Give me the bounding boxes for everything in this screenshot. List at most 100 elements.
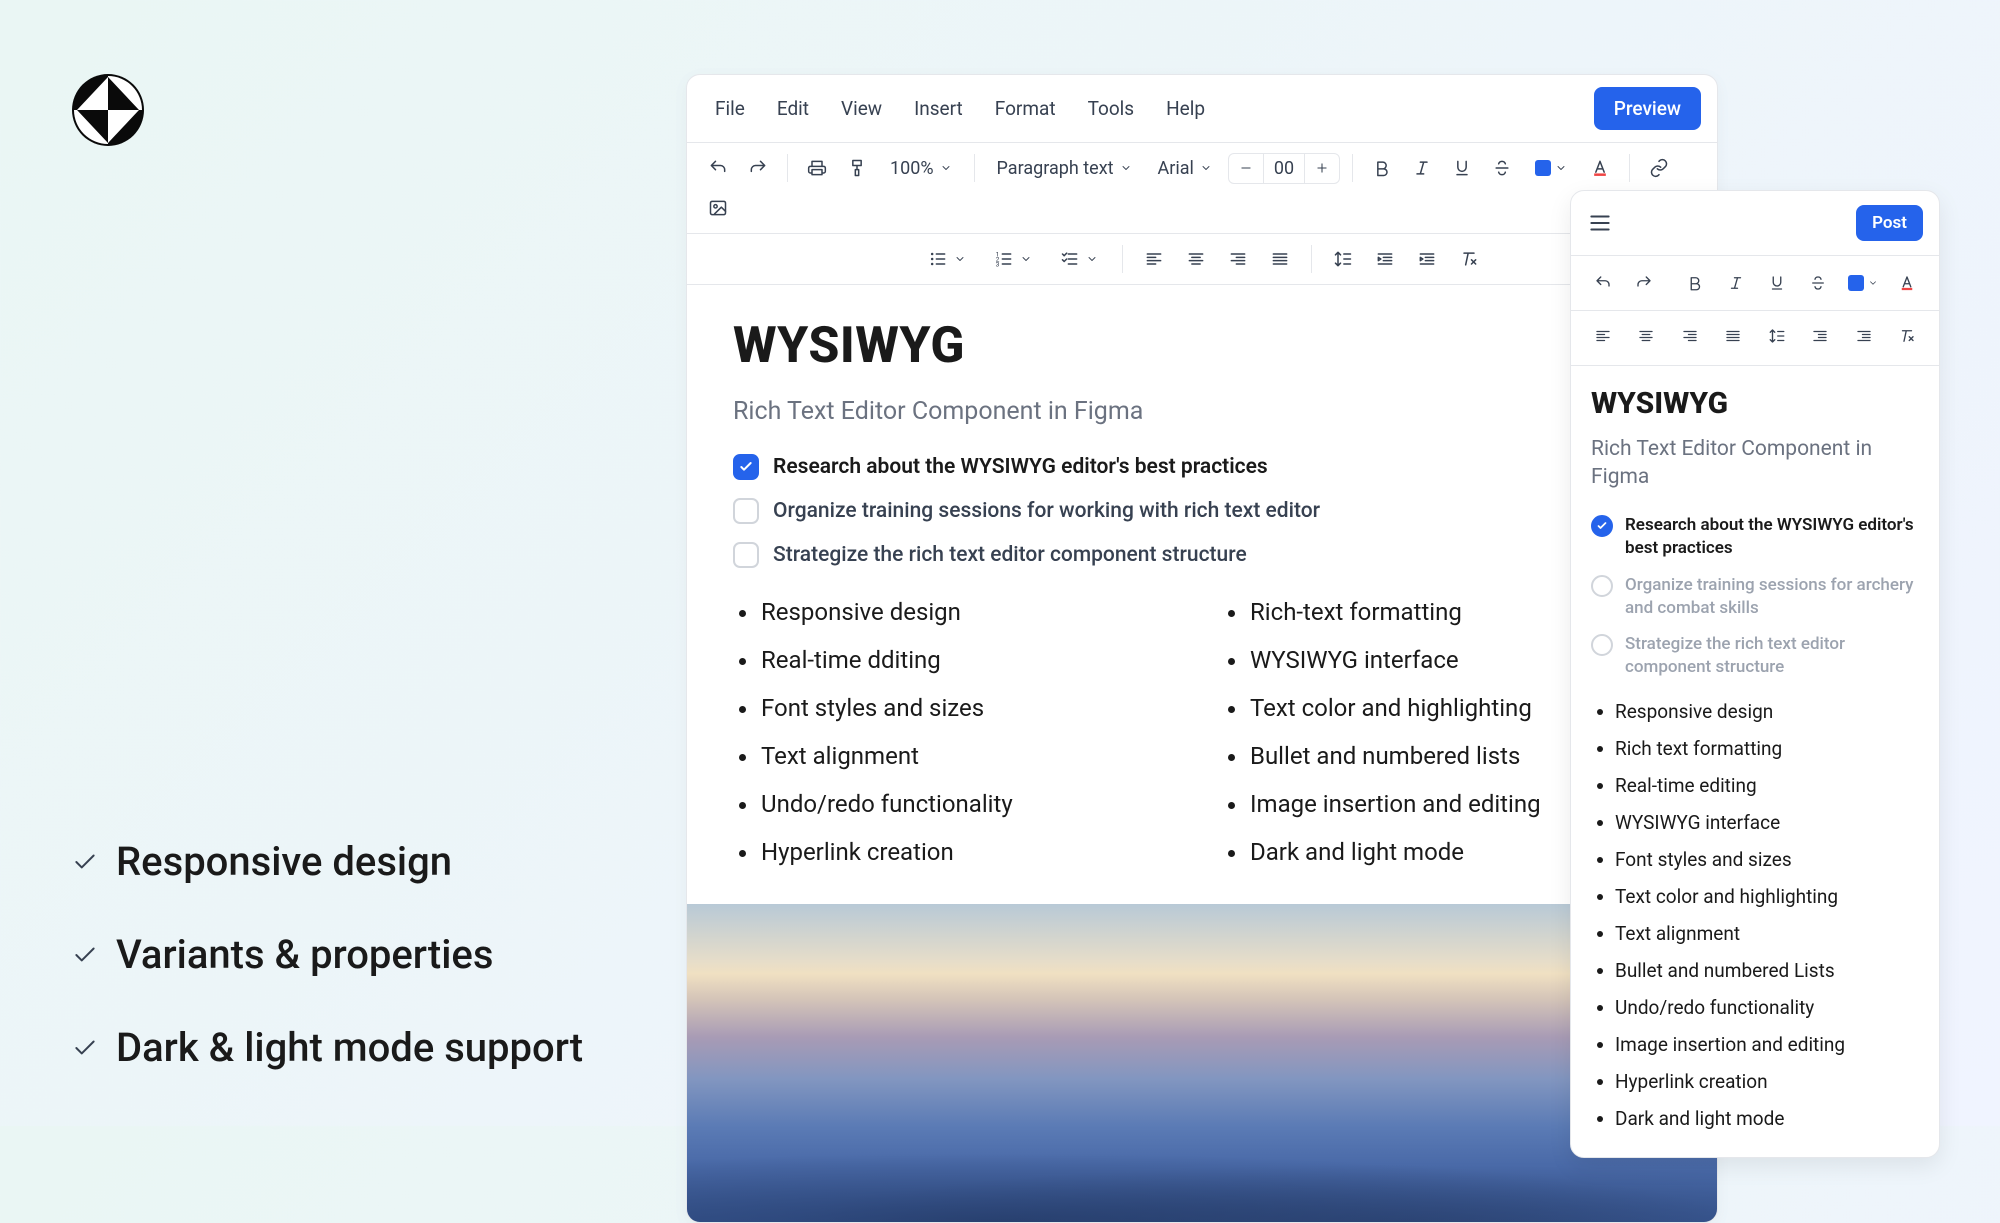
text-color-button[interactable] xyxy=(1892,266,1923,300)
zoom-select[interactable]: 100% xyxy=(880,154,962,183)
task-label: Strategize the rich text editor componen… xyxy=(1625,633,1919,679)
menu-insert[interactable]: Insert xyxy=(902,91,975,126)
clear-formatting-button[interactable] xyxy=(1892,319,1924,353)
align-center-button[interactable] xyxy=(1631,319,1663,353)
italic-button[interactable] xyxy=(1720,266,1751,300)
task-item[interactable]: Strategize the rich text editor componen… xyxy=(733,542,1671,568)
preview-button[interactable]: Preview xyxy=(1594,87,1701,130)
menu-help[interactable]: Help xyxy=(1154,91,1217,126)
undo-button[interactable] xyxy=(701,151,735,185)
menu-tools[interactable]: Tools xyxy=(1076,91,1147,126)
list-item[interactable]: Real-time dditing xyxy=(733,636,1182,684)
indent-decrease-button[interactable] xyxy=(1368,242,1402,276)
mobile-document-body[interactable]: WYSIWYG Rich Text Editor Component in Fi… xyxy=(1571,366,1939,1137)
highlight-color-select[interactable] xyxy=(1844,273,1882,293)
menu-format[interactable]: Format xyxy=(983,91,1068,126)
list-item[interactable]: Text alignment xyxy=(733,732,1182,780)
list-item[interactable]: Undo/redo functionality xyxy=(733,780,1182,828)
list-item[interactable]: Hyperlink creation xyxy=(1591,1063,1919,1100)
document-title[interactable]: WYSIWYG xyxy=(1591,386,1919,421)
align-justify-button[interactable] xyxy=(1718,319,1750,353)
task-item[interactable]: Organize training sessions for archery a… xyxy=(1591,574,1919,620)
list-item[interactable]: Responsive design xyxy=(1591,693,1919,730)
format-painter-button[interactable] xyxy=(840,151,874,185)
menu-file[interactable]: File xyxy=(703,91,757,126)
mobile-feature-list: Responsive design Rich text formatting R… xyxy=(1591,693,1919,1137)
checkbox-unchecked[interactable] xyxy=(1591,575,1613,597)
list-item[interactable]: Hyperlink creation xyxy=(733,828,1182,876)
list-item[interactable]: Undo/redo functionality xyxy=(1591,989,1919,1026)
hamburger-icon[interactable] xyxy=(1587,210,1613,236)
font-family-select[interactable]: Arial xyxy=(1148,154,1222,183)
underline-button[interactable] xyxy=(1762,266,1793,300)
align-right-button[interactable] xyxy=(1674,319,1706,353)
checkbox-unchecked[interactable] xyxy=(733,542,759,568)
numbered-list-button[interactable]: 123 xyxy=(984,245,1042,273)
list-item[interactable]: Font styles and sizes xyxy=(733,684,1182,732)
task-item[interactable]: Strategize the rich text editor componen… xyxy=(1591,633,1919,679)
task-item[interactable]: Organize training sessions for working w… xyxy=(733,498,1671,524)
undo-button[interactable] xyxy=(1587,266,1618,300)
underline-button[interactable] xyxy=(1445,151,1479,185)
checkbox-unchecked[interactable] xyxy=(1591,634,1613,656)
indent-increase-button[interactable] xyxy=(1848,319,1880,353)
align-left-button[interactable] xyxy=(1137,242,1171,276)
list-item[interactable]: Text color and highlighting xyxy=(1591,878,1919,915)
strikethrough-button[interactable] xyxy=(1485,151,1519,185)
promo-item: Dark & light mode support xyxy=(72,1024,583,1071)
task-item[interactable]: Research about the WYSIWYG editor's best… xyxy=(733,454,1671,480)
bold-button[interactable] xyxy=(1365,151,1399,185)
list-item[interactable]: Real-time editing xyxy=(1591,767,1919,804)
list-item[interactable]: Bullet and numbered Lists xyxy=(1591,952,1919,989)
strikethrough-button[interactable] xyxy=(1803,266,1834,300)
paragraph-style-select[interactable]: Paragraph text xyxy=(987,154,1142,183)
checkbox-checked[interactable] xyxy=(1591,515,1613,537)
feature-list-left: Responsive design Real-time dditing Font… xyxy=(733,588,1182,876)
highlight-color-select[interactable] xyxy=(1525,156,1577,180)
list-item[interactable]: Font styles and sizes xyxy=(1591,841,1919,878)
line-spacing-button[interactable] xyxy=(1326,242,1360,276)
text-color-button[interactable] xyxy=(1583,151,1617,185)
task-item[interactable]: Research about the WYSIWYG editor's best… xyxy=(1591,514,1919,560)
list-item[interactable]: Image insertion and editing xyxy=(1591,1026,1919,1063)
list-item[interactable]: Text alignment xyxy=(1591,915,1919,952)
post-button[interactable]: Post xyxy=(1856,205,1923,241)
promo-item: Variants & properties xyxy=(72,931,583,978)
list-item[interactable]: Rich text formatting xyxy=(1591,730,1919,767)
line-spacing-button[interactable] xyxy=(1761,319,1793,353)
italic-button[interactable] xyxy=(1405,151,1439,185)
bullet-list-button[interactable] xyxy=(918,245,976,273)
mobile-header: Post xyxy=(1571,191,1939,256)
redo-button[interactable] xyxy=(741,151,775,185)
document-subtitle[interactable]: Rich Text Editor Component in Figma xyxy=(1591,435,1919,492)
align-left-button[interactable] xyxy=(1587,319,1619,353)
link-button[interactable] xyxy=(1642,151,1676,185)
clear-formatting-button[interactable] xyxy=(1452,242,1486,276)
redo-button[interactable] xyxy=(1628,266,1659,300)
font-size-decrease[interactable] xyxy=(1229,157,1263,179)
menu-view[interactable]: View xyxy=(829,91,894,126)
menu-edit[interactable]: Edit xyxy=(765,91,821,126)
font-size-stepper: 00 xyxy=(1228,153,1340,184)
document-title[interactable]: WYSIWYG xyxy=(733,317,1671,375)
font-size-increase[interactable] xyxy=(1305,157,1339,179)
checkbox-checked[interactable] xyxy=(733,454,759,480)
font-size-input[interactable]: 00 xyxy=(1263,154,1305,183)
editor-window: File Edit View Insert Format Tools Help … xyxy=(686,74,1718,1223)
list-item[interactable]: Dark and light mode xyxy=(1591,1100,1919,1137)
checkbox-unchecked[interactable] xyxy=(733,498,759,524)
list-item[interactable]: WYSIWYG interface xyxy=(1591,804,1919,841)
print-button[interactable] xyxy=(800,151,834,185)
align-justify-button[interactable] xyxy=(1263,242,1297,276)
align-center-button[interactable] xyxy=(1179,242,1213,276)
document-body[interactable]: WYSIWYG Rich Text Editor Component in Fi… xyxy=(687,285,1717,1222)
checklist-button[interactable] xyxy=(1050,245,1108,273)
document-subtitle[interactable]: Rich Text Editor Component in Figma xyxy=(733,397,1671,426)
list-item[interactable]: Responsive design xyxy=(733,588,1182,636)
align-right-button[interactable] xyxy=(1221,242,1255,276)
image-button[interactable] xyxy=(701,191,735,225)
inserted-image[interactable] xyxy=(687,904,1717,1222)
bold-button[interactable] xyxy=(1679,266,1710,300)
indent-increase-button[interactable] xyxy=(1410,242,1444,276)
indent-decrease-button[interactable] xyxy=(1805,319,1837,353)
